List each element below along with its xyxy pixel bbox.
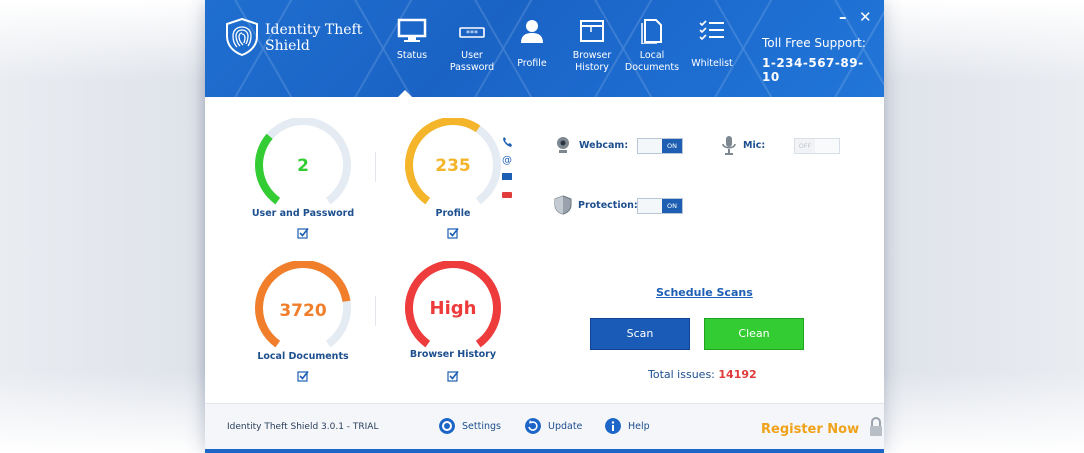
footer-accent-bar xyxy=(205,449,884,453)
total-issues: Total issues: 14192 xyxy=(648,368,757,381)
tab-local-documents-label: Local Documents xyxy=(624,50,680,73)
gauge-local-documents[interactable]: 3720 Local Documents xyxy=(248,261,358,391)
support-phone: 1-234-567-89-10 xyxy=(762,56,864,84)
divider xyxy=(375,296,376,326)
gauge-value: High xyxy=(429,298,477,319)
tab-local-documents[interactable]: Local Documents xyxy=(620,18,684,74)
info-icon xyxy=(605,418,621,434)
lock-icon xyxy=(869,417,882,436)
gear-icon xyxy=(439,418,455,434)
version-text: Identity Theft Shield 3.0.1 - TRIAL xyxy=(227,422,379,432)
gauge-label: Profile xyxy=(435,208,471,219)
webcam-icon xyxy=(557,137,569,153)
support-info: Toll Free Support: 1-234-567-89-10 xyxy=(762,36,872,84)
shield-icon xyxy=(554,195,572,215)
tab-profile[interactable]: Profile xyxy=(500,18,564,69)
svg-text:@: @ xyxy=(502,155,512,166)
microphone-icon xyxy=(722,136,736,155)
protection-label: Protection: xyxy=(578,199,638,211)
gauge-value: 3720 xyxy=(279,301,327,321)
mic-toggle-row: Mic: xyxy=(721,135,765,155)
tab-whitelist-label: Whitelist xyxy=(691,58,733,69)
schedule-scans-link[interactable]: Schedule Scans xyxy=(656,286,753,299)
person-icon xyxy=(521,20,543,43)
tab-profile-label: Profile xyxy=(517,58,547,69)
browser-window-icon xyxy=(580,20,604,42)
webcam-toggle-row: Webcam: xyxy=(553,135,628,155)
update-label: Update xyxy=(548,420,583,432)
scan-button[interactable]: Scan xyxy=(590,318,690,350)
password-icon: *** xyxy=(459,27,485,38)
gauge-value: 2 xyxy=(297,156,309,176)
app-title: Identity Theft Shield xyxy=(265,22,363,54)
help-button[interactable]: Help xyxy=(605,418,650,434)
tab-status[interactable]: Status xyxy=(380,18,444,62)
fingerprint-shield-icon xyxy=(226,18,258,56)
close-button[interactable]: ✕ xyxy=(859,8,872,26)
register-label: Register Now xyxy=(761,422,860,437)
tab-browser-history-label: Browser History xyxy=(572,50,612,73)
checkbox-checked-icon[interactable] xyxy=(297,227,309,239)
checkbox-checked-icon[interactable] xyxy=(297,370,309,382)
help-label: Help xyxy=(628,420,650,432)
gauge-label: Local Documents xyxy=(257,351,349,362)
gauge-label: User and Password xyxy=(251,208,355,219)
checkbox-checked-icon[interactable] xyxy=(447,370,459,382)
monitor-icon xyxy=(397,18,427,42)
switch-state: ON xyxy=(662,199,682,213)
support-title: Toll Free Support: xyxy=(762,36,866,50)
total-issues-label: Total issues: xyxy=(648,368,715,381)
protection-switch[interactable]: ON xyxy=(637,198,683,214)
gauge-browser-history[interactable]: High Browser History xyxy=(398,261,508,391)
update-button[interactable]: Update xyxy=(525,418,582,434)
tab-user-password-label: User Password xyxy=(449,50,495,73)
mic-switch[interactable]: OFF xyxy=(794,138,840,154)
divider xyxy=(375,152,376,182)
webcam-label: Webcam: xyxy=(579,139,629,151)
checklist-icon xyxy=(699,20,724,41)
tab-browser-history[interactable]: Browser History xyxy=(560,18,624,74)
switch-state: ON xyxy=(662,139,682,153)
checkbox-checked-icon[interactable] xyxy=(447,227,459,239)
minimize-button[interactable]: – xyxy=(839,8,847,26)
register-now-button[interactable]: Register Now xyxy=(761,417,884,437)
settings-label: Settings xyxy=(462,420,501,432)
gauge-label: Browser History xyxy=(409,349,497,360)
gauge-user-password[interactable]: 2 User and Password xyxy=(248,118,358,248)
tab-user-password[interactable]: *** User Password xyxy=(440,18,504,74)
svg-text:***: *** xyxy=(466,29,478,38)
clean-button[interactable]: Clean xyxy=(704,318,804,350)
tab-whitelist[interactable]: Whitelist xyxy=(680,18,744,69)
active-tab-indicator xyxy=(397,90,413,98)
switch-state: OFF xyxy=(795,139,815,153)
footer-bar: Identity Theft Shield 3.0.1 - TRIAL Sett… xyxy=(205,403,884,453)
webcam-switch[interactable]: ON xyxy=(637,138,683,154)
documents-icon xyxy=(641,19,662,44)
settings-button[interactable]: Settings xyxy=(439,418,501,434)
profile-category-icons: @ xyxy=(502,137,512,198)
header-bar: Identity Theft Shield Status *** User Pa… xyxy=(205,0,884,98)
mic-label: Mic: xyxy=(743,139,766,151)
tab-status-label: Status xyxy=(396,50,428,61)
protection-toggle-row: Protection: xyxy=(554,195,638,215)
gauge-value: 235 xyxy=(435,156,471,176)
refresh-icon xyxy=(525,418,541,434)
total-issues-value: 14192 xyxy=(718,368,757,381)
gauge-profile[interactable]: 235 Profile xyxy=(398,118,508,248)
app-window: Identity Theft Shield Status *** User Pa… xyxy=(205,0,884,453)
